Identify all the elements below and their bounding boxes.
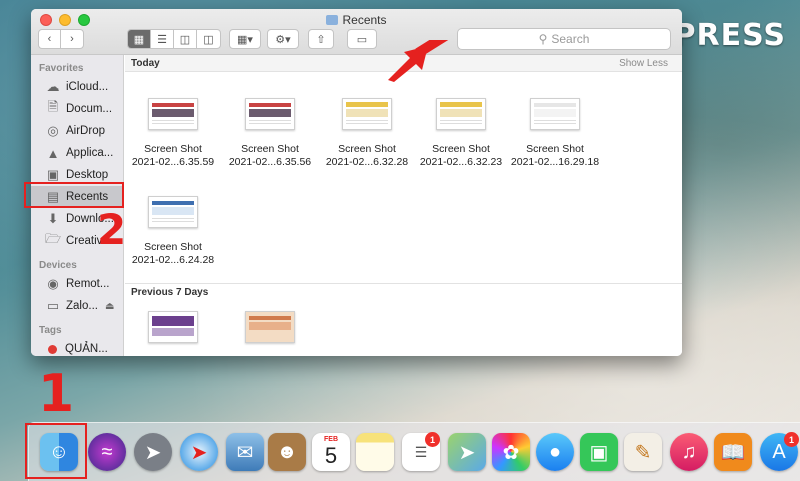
action-button[interactable]: ⚙▾ [267,29,299,49]
screenshot-thumbnail [148,196,198,228]
sidebar-item-tag-red[interactable]: QUẢN... [31,338,123,356]
sidebar-item-documents[interactable]: 🗎 Docum... [31,98,123,120]
file-item[interactable] [125,311,221,356]
list-view-button[interactable]: ☰ [151,30,174,48]
launchpad-icon[interactable]: ➤ [134,433,172,471]
favorites-heading: Favorites [39,63,84,74]
folder-icon: 🗁 [45,231,62,246]
notes-icon[interactable] [356,433,394,471]
recents-content: Today Show Less Screen Shot 2021-02...6.… [125,55,682,356]
back-forward-control: ‹ › [38,29,84,49]
file-item[interactable]: Screen Shot 2021-02...6.24.28 [125,196,221,267]
file-item[interactable]: Screen Shot 2021-02...6.35.56 [222,98,318,169]
red-arrow-annotation [388,40,452,82]
desktop-icon: ▣ [46,167,60,182]
maps-icon[interactable]: ➤ [448,433,486,471]
books-icon[interactable]: 📖 [714,433,752,471]
applications-icon: ▲ [46,145,60,161]
group-icon: ▦▾ [237,33,253,46]
screenshot-thumbnail [436,98,486,130]
sidebar-item-remote-disc[interactable]: ◉ Remot... [31,273,123,295]
file-item[interactable] [222,311,318,356]
app-store-badge: 1 [784,432,799,447]
sidebar-item-applications[interactable]: ▲ Applica... [31,142,123,164]
screenshot-thumbnail [245,98,295,130]
icon-view-button[interactable]: ▦ [128,30,151,48]
contacts-icon[interactable]: ☻ [268,433,306,471]
eject-icon[interactable]: ⏏ [105,301,114,312]
reminders-badge: 1 [425,432,440,447]
download-icon: ⬇ [47,211,59,226]
finder-highlight-box [25,423,87,479]
show-less-button[interactable]: Show Less [619,58,668,69]
tags-heading: Tags [39,325,62,336]
devices-heading: Devices [39,260,77,271]
messages-icon[interactable]: ● [536,433,574,471]
photos-icon[interactable]: ✿ [492,433,530,471]
view-mode-control: ▦ ☰ ◫ ◫ [127,29,221,49]
file-item[interactable]: Screen Shot 2021-02...6.35.59 [125,98,221,169]
gallery-view-button[interactable]: ◫ [197,30,220,48]
tag-icon: ▭ [356,33,368,46]
screenshot-thumbnail [530,98,580,130]
airdrop-icon: ◎ [47,123,59,138]
step-1-label: 1 [38,364,75,424]
image-thumbnail [245,311,295,343]
sidebar-item-zalo[interactable]: ▭ Zalo... ⏏ [31,295,123,317]
document-icon: 🗎 [47,99,59,114]
mail-icon[interactable]: ✉ [226,433,264,471]
itunes-icon[interactable]: ♫ [670,433,708,471]
forward-button[interactable]: › [61,30,83,48]
search-field[interactable]: ⚲ Search [457,28,671,50]
disk-icon: ▭ [46,298,60,313]
window-title: Recents [31,13,682,27]
calendar-icon[interactable]: FEB 5 [312,433,350,471]
disc-icon: ◉ [47,276,59,291]
cloud-icon: ☁ [46,79,60,94]
facetime-icon[interactable]: ▣ [580,433,618,471]
share-button[interactable]: ⇧ [308,29,334,49]
screenshot-thumbnail [342,98,392,130]
pages-icon[interactable]: ✎ [624,433,662,471]
column-view-button[interactable]: ◫ [174,30,197,48]
red-tag-dot-icon [48,344,57,354]
folder-icon [326,15,339,25]
file-item[interactable]: Screen Shot 2021-02...16.29.18 [507,98,603,169]
titlebar: Recents ‹ › ▦ ☰ ◫ ◫ ▦▾ ⚙▾ ⇧ ▭ ⚲ Search [31,9,682,55]
sidebar-item-icloud[interactable]: ☁ iCloud... [31,76,123,98]
screenshot-thumbnail [148,98,198,130]
share-icon: ⇧ [316,33,326,46]
file-item[interactable]: Screen Shot 2021-02...6.32.23 [413,98,509,169]
search-icon: ⚲ [538,32,548,46]
back-button[interactable]: ‹ [39,30,62,48]
safari-icon[interactable]: ➤ [180,433,218,471]
group-by-button[interactable]: ▦▾ [229,29,261,49]
file-item[interactable]: Screen Shot 2021-02...6.32.28 [319,98,415,169]
gear-icon: ⚙▾ [275,33,291,46]
previous-7-days-header: Previous 7 Days [125,284,682,301]
tags-button[interactable]: ▭ [347,29,377,49]
siri-icon[interactable]: ≈ [88,433,126,471]
image-thumbnail [148,311,198,343]
finder-window: Recents ‹ › ▦ ☰ ◫ ◫ ▦▾ ⚙▾ ⇧ ▭ ⚲ Search F… [31,9,682,356]
step-2-label: 2 [97,205,127,254]
sidebar-item-airdrop[interactable]: ◎ AirDrop [31,120,123,142]
